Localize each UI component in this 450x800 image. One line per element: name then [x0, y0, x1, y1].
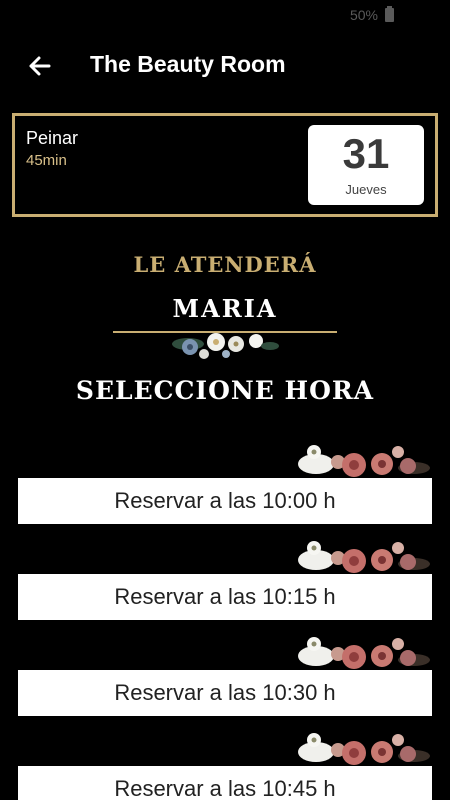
flower-decoration-icon [298, 637, 430, 669]
time-slot-button[interactable]: Reservar a las 10:00 h [18, 478, 432, 524]
flower-decoration-icon [298, 541, 430, 573]
service-name: Peinar [26, 128, 79, 148]
time-slot-button[interactable]: Reservar a las 10:15 h [18, 574, 432, 620]
flower-decoration-icon [298, 733, 430, 765]
service-card: Peinar 45min 31 Jueves [12, 113, 438, 217]
status-bar: 50% [0, 0, 450, 30]
battery-icon [385, 6, 394, 22]
app-bar: The Beauty Room [0, 36, 450, 96]
select-hour-label: SELECCIONE HORA [75, 376, 375, 405]
service-duration: 45min [26, 152, 67, 169]
date-box[interactable]: 31 Jueves [308, 125, 424, 205]
battery-percentage: 50% [349, 7, 378, 23]
time-slot-button[interactable]: Reservar a las 10:45 h [18, 766, 432, 800]
attend-label: LE ATENDERÁ [133, 252, 317, 277]
date-weekday: Jueves [345, 182, 387, 197]
time-slot-button[interactable]: Reservar a las 10:30 h [18, 670, 432, 716]
staff-name: MARIA [172, 294, 278, 323]
flower-decoration-icon [172, 333, 279, 359]
flower-decoration-icon [298, 445, 430, 477]
date-day: 31 [342, 130, 390, 177]
back-arrow-icon[interactable] [24, 50, 56, 82]
page-title: The Beauty Room [90, 51, 286, 77]
